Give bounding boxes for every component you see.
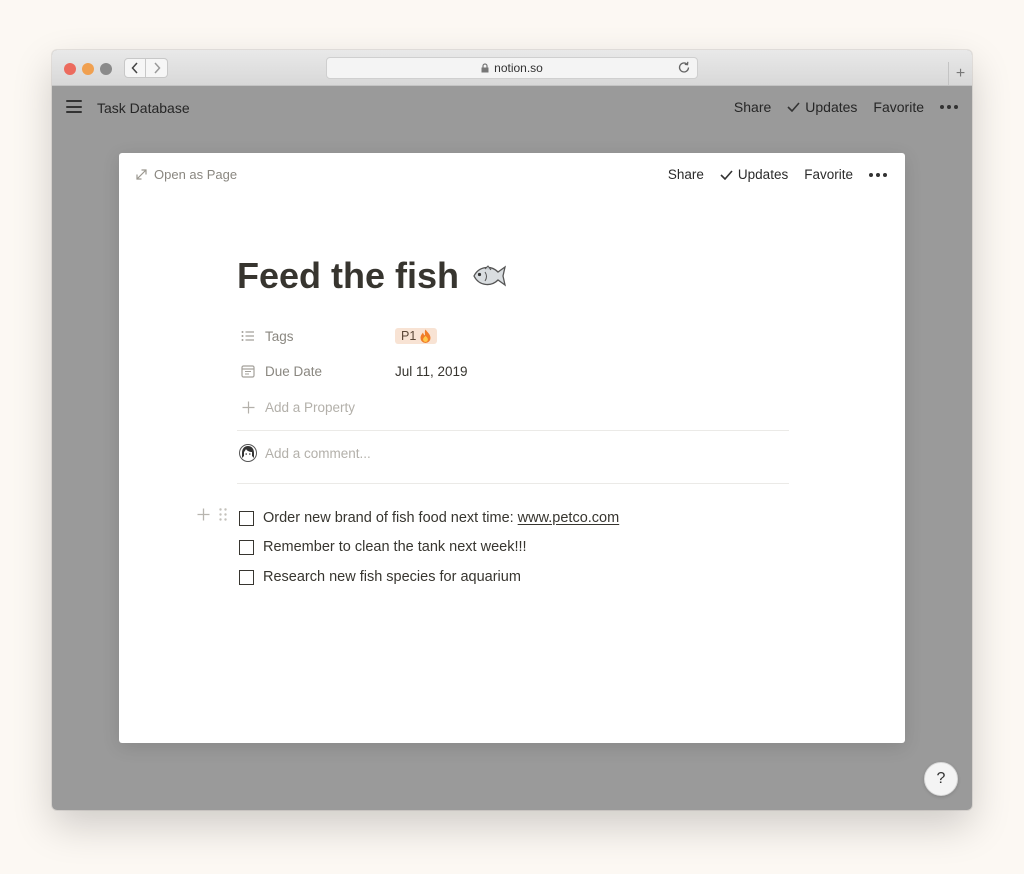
close-window-button[interactable] [64, 63, 76, 75]
question-mark-icon: ? [936, 770, 946, 787]
tag-badge[interactable]: P1 [395, 328, 438, 344]
reload-icon[interactable] [678, 61, 691, 75]
back-button[interactable] [124, 58, 146, 78]
calendar-icon [239, 364, 257, 378]
updates-label: Updates [805, 99, 858, 115]
page-title-text: Feed the fish [237, 255, 460, 296]
open-as-page-button[interactable]: Open as Page [136, 167, 237, 182]
more-options-icon[interactable] [869, 172, 887, 177]
todo-text[interactable]: Order new brand of fish food next time: [263, 510, 514, 526]
todo-checkbox[interactable] [239, 510, 254, 526]
tag-label: P1 [401, 329, 417, 343]
divider [237, 430, 789, 431]
list-icon [239, 330, 257, 342]
fire-icon [420, 329, 431, 343]
browser-toolbar: notion.so + [52, 50, 972, 86]
fish-icon[interactable] [471, 263, 507, 289]
chevron-left-icon [131, 62, 138, 74]
more-options-icon[interactable] [940, 105, 958, 109]
block-handles [197, 508, 227, 526]
property-due-date[interactable]: Due Date Jul 11, 2019 [239, 360, 468, 382]
help-button[interactable]: ? [924, 762, 958, 796]
avatar [239, 444, 257, 462]
todo-text[interactable]: Remember to clean the tank next week!!! [263, 539, 527, 555]
comment-input[interactable]: Add a comment... [239, 444, 371, 462]
chevron-right-icon [153, 62, 161, 74]
share-button[interactable]: Share [734, 99, 771, 115]
app-topbar: Task Database Share Updates Favorite [52, 86, 972, 128]
plus-icon [239, 401, 257, 414]
updates-button[interactable]: Updates [720, 167, 788, 182]
property-tags[interactable]: Tags P1 [239, 325, 438, 347]
favorite-button[interactable]: Favorite [804, 167, 853, 182]
add-block-icon[interactable] [197, 508, 210, 526]
divider [237, 483, 789, 484]
add-property-label: Add a Property [265, 399, 356, 415]
todo-checkbox[interactable] [239, 539, 254, 555]
modal-actions: Share Updates Favorite [652, 167, 887, 182]
forward-button[interactable] [146, 58, 168, 78]
lock-icon [481, 63, 489, 73]
plus-icon: + [955, 65, 966, 82]
breadcrumb[interactable]: Task Database [97, 100, 190, 116]
updates-label: Updates [737, 167, 789, 182]
topbar-actions: Share Updates Favorite [718, 99, 958, 115]
checkmark-icon [787, 102, 800, 112]
property-name: Tags [265, 328, 294, 344]
url-text: notion.so [494, 61, 543, 75]
todo-item: Remember to clean the tank next week!!! [239, 536, 527, 558]
todo-text[interactable]: Research new fish species for aquarium [263, 569, 521, 585]
open-as-page-label: Open as Page [154, 167, 238, 182]
property-name: Due Date [265, 363, 323, 379]
favorite-button[interactable]: Favorite [873, 99, 924, 115]
address-bar[interactable]: notion.so [326, 57, 698, 79]
todo-checkbox[interactable] [239, 569, 254, 585]
minimize-window-button[interactable] [82, 63, 94, 75]
new-tab-button[interactable]: + [948, 62, 972, 86]
add-property-button[interactable]: Add a Property [239, 396, 355, 418]
page-title[interactable]: Feed the fish [237, 255, 507, 297]
todo-item: Research new fish species for aquarium [239, 566, 521, 588]
petco-link[interactable]: www.petco.com [518, 510, 620, 526]
updates-button[interactable]: Updates [787, 99, 857, 115]
menu-icon[interactable] [66, 100, 82, 113]
due-date-value[interactable]: Jul 11, 2019 [395, 364, 468, 379]
page-modal: Open as Page Share Updates Favorite Feed… [119, 153, 905, 743]
expand-arrows-icon [136, 169, 147, 180]
checkmark-icon [720, 169, 733, 180]
comment-placeholder: Add a comment... [265, 445, 371, 461]
todo-item: Order new brand of fish food next time: … [239, 507, 619, 529]
share-button[interactable]: Share [668, 167, 704, 182]
zoom-window-button[interactable] [100, 63, 112, 75]
drag-handle-icon[interactable] [219, 508, 227, 526]
